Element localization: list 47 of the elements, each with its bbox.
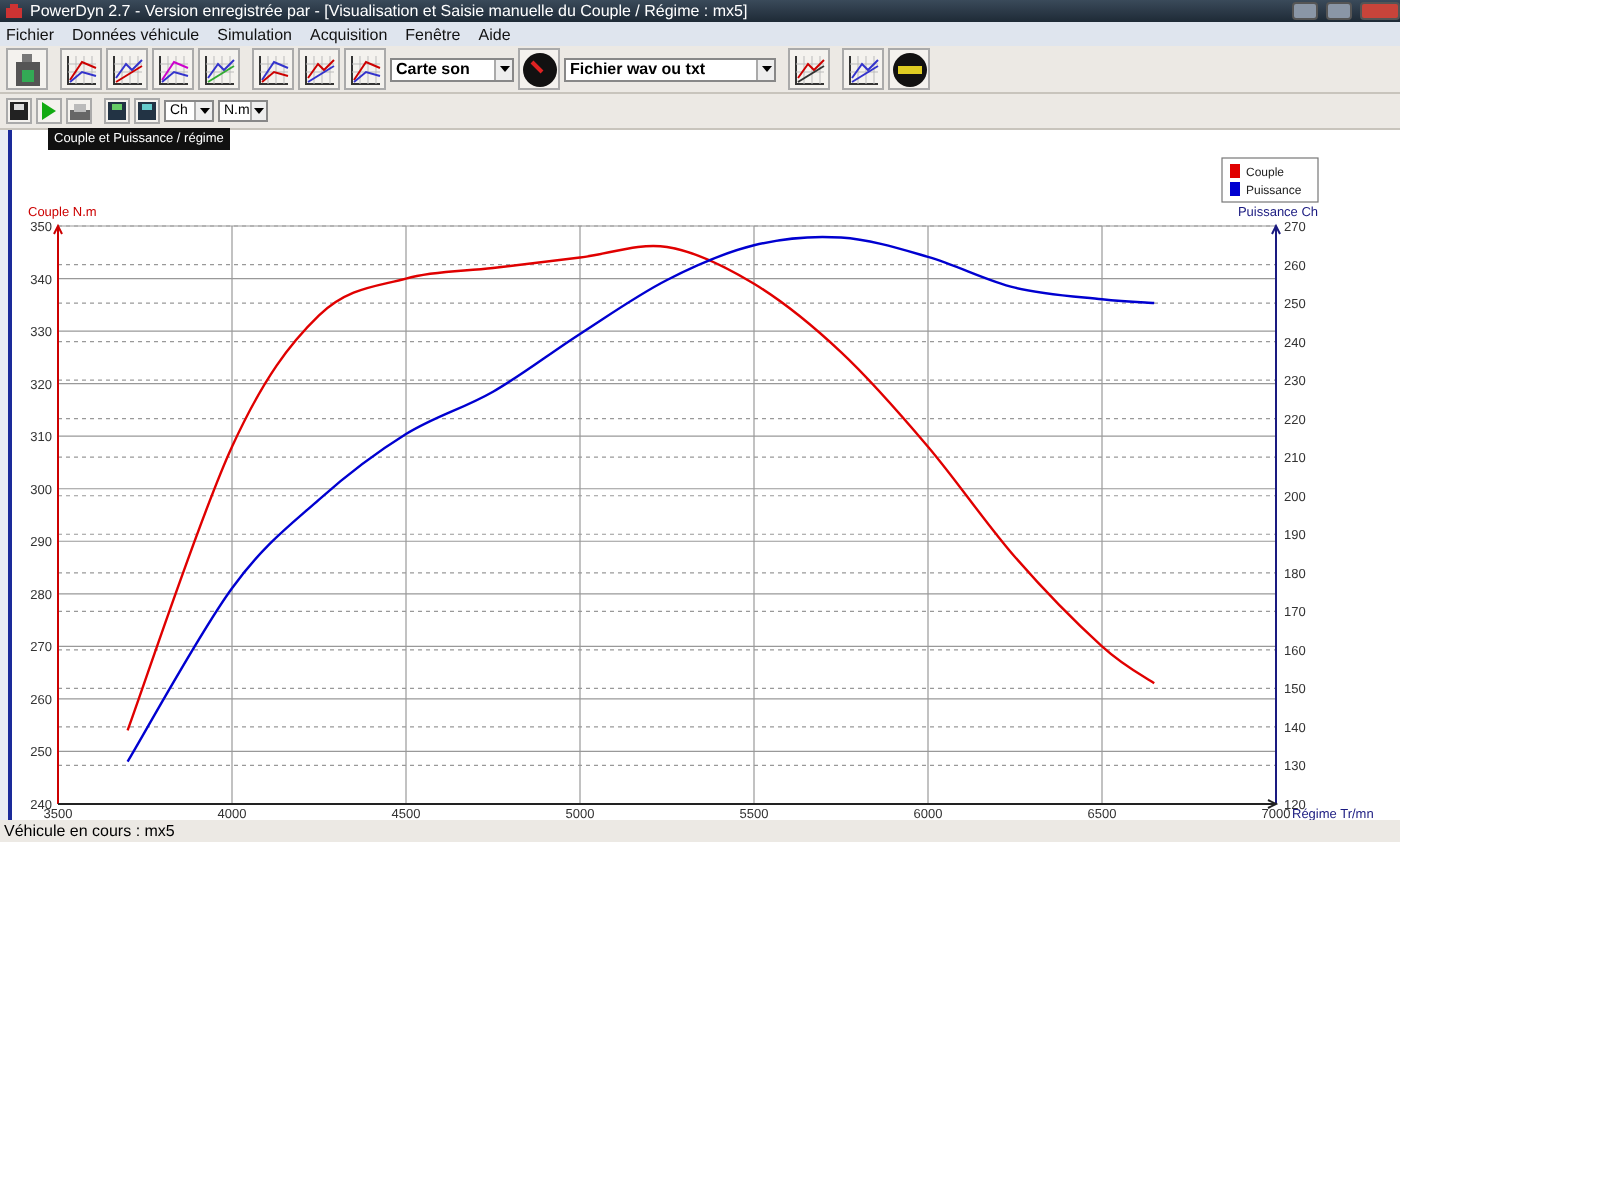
toolbar-button[interactable] bbox=[842, 48, 884, 90]
sound-card-dropdown[interactable]: Carte son bbox=[390, 57, 514, 81]
chart-icon bbox=[155, 51, 191, 87]
chart-icon bbox=[791, 51, 827, 87]
toolbar-button[interactable] bbox=[106, 48, 148, 90]
play-icon bbox=[42, 102, 56, 120]
caret-icon bbox=[761, 66, 771, 72]
print-button[interactable] bbox=[66, 98, 92, 124]
toolbar-button[interactable] bbox=[298, 48, 340, 90]
chart-icon bbox=[63, 51, 99, 87]
toolbar-button[interactable] bbox=[134, 98, 160, 124]
printer-icon bbox=[69, 103, 89, 119]
toolbar-button[interactable] bbox=[888, 48, 930, 90]
toolbar-button[interactable] bbox=[518, 48, 560, 90]
maximize-button[interactable] bbox=[1326, 2, 1352, 20]
toolbar-button[interactable] bbox=[198, 48, 240, 90]
toolbar-button[interactable] bbox=[60, 48, 102, 90]
chart-icon bbox=[301, 51, 337, 87]
save-button[interactable] bbox=[6, 98, 32, 124]
menu-item[interactable]: Aide bbox=[478, 25, 511, 43]
menu-item[interactable]: Acquisition bbox=[309, 25, 388, 43]
toolbar-button[interactable] bbox=[152, 48, 194, 90]
menu-item[interactable]: Simulation bbox=[217, 25, 292, 43]
legend-box bbox=[1221, 157, 1319, 203]
toolbar-button[interactable] bbox=[104, 98, 130, 124]
chart-icon bbox=[347, 51, 383, 87]
caret-icon bbox=[499, 66, 509, 72]
toolbar-button[interactable] bbox=[788, 48, 830, 90]
menu-item[interactable]: Données véhicule bbox=[72, 25, 200, 43]
chart-icon bbox=[845, 51, 881, 87]
chart-icon bbox=[201, 51, 237, 87]
toolbar-button[interactable] bbox=[252, 48, 294, 90]
caret-icon bbox=[199, 108, 209, 114]
gauge-icon bbox=[891, 51, 927, 87]
fuel-can-icon bbox=[13, 51, 41, 87]
chart-icon bbox=[109, 51, 145, 87]
toolbar-button[interactable] bbox=[6, 48, 48, 90]
minimize-button[interactable] bbox=[1292, 2, 1318, 20]
window-title: PowerDyn 2.7 - Version enregistrée par - [Visualisation et Saisie manuelle du Couple / Régime : mx5] bbox=[30, 2, 750, 20]
app-icon bbox=[6, 4, 22, 18]
caret-icon bbox=[253, 108, 264, 114]
menu-item[interactable]: Fenêtre bbox=[405, 25, 461, 43]
gauge-icon bbox=[521, 51, 557, 87]
file-type-dropdown[interactable]: Fichier wav ou txt bbox=[564, 57, 776, 81]
chart-icon bbox=[255, 51, 291, 87]
menu-item[interactable]: Fichier bbox=[6, 25, 55, 43]
toolbar-button[interactable] bbox=[344, 48, 386, 90]
